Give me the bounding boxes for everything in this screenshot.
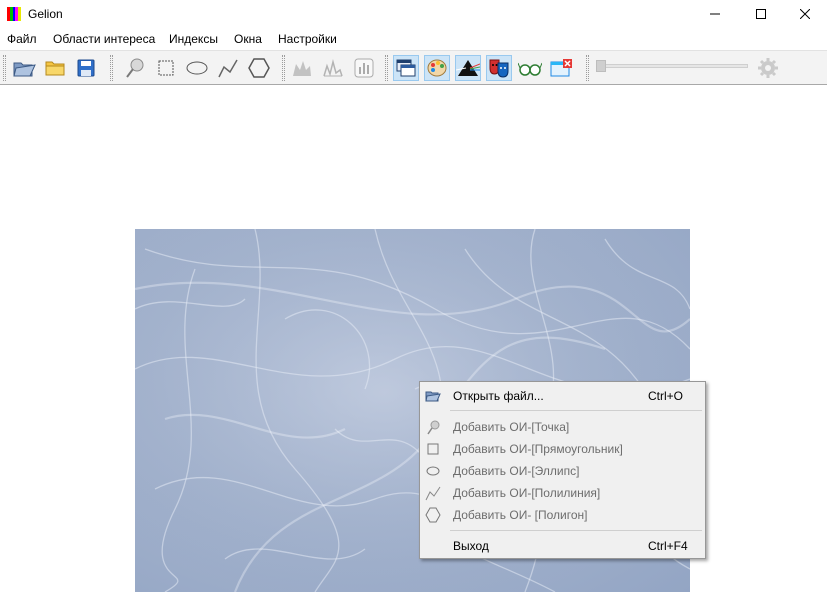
menu-windows[interactable]: Окна: [233, 32, 263, 46]
context-menu-exit[interactable]: Выход Ctrl+F4: [420, 535, 705, 557]
zoom-slider-thumb[interactable]: [596, 60, 606, 72]
context-menu-label: Добавить ОИ-[Эллипс]: [453, 464, 580, 478]
prism-icon: [456, 60, 480, 76]
toolbar-grip[interactable]: [586, 55, 589, 81]
toolbar-grip[interactable]: [110, 55, 113, 81]
context-menu-shortcut: Ctrl+O: [648, 389, 684, 403]
save-icon: [77, 59, 95, 77]
toolbar-masks-button[interactable]: [486, 55, 512, 81]
toolbar-prism-button[interactable]: [455, 55, 481, 81]
zoom-slider-track[interactable]: [596, 64, 748, 68]
toolbar-leaf-chart-button[interactable]: [289, 55, 315, 81]
rectangle-icon: [427, 443, 439, 455]
context-menu: Открыть файл... Ctrl+O Добавить ОИ-[Точк…: [419, 381, 706, 559]
context-menu-add-ellipse[interactable]: Добавить ОИ-[Эллипс]: [420, 460, 705, 482]
toolbar-windows-button[interactable]: [393, 55, 419, 81]
point-pin-icon: [427, 420, 440, 435]
toolbar-open-file-button[interactable]: [11, 55, 37, 81]
context-menu-label: Выход: [453, 539, 489, 553]
toolbar-point-button[interactable]: [122, 55, 148, 81]
close-icon: [800, 9, 810, 19]
context-menu-label: Добавить ОИ-[Полилиния]: [453, 486, 601, 500]
folder-icon: [45, 61, 65, 76]
menu-indices[interactable]: Индексы: [168, 32, 219, 46]
context-menu-label: Добавить ОИ-[Точка]: [453, 420, 570, 434]
polygon-icon: [425, 507, 441, 523]
toolbar-settings-button[interactable]: [755, 55, 781, 81]
polyline-icon: [425, 486, 441, 501]
context-menu-label: Открыть файл...: [453, 389, 544, 403]
polyline-icon: [218, 59, 238, 78]
toolbar-rectangle-button[interactable]: [153, 55, 179, 81]
menu-file[interactable]: Файл: [6, 32, 38, 46]
context-menu-open-file[interactable]: Открыть файл... Ctrl+O: [420, 385, 705, 407]
maximize-button[interactable]: [738, 0, 784, 28]
context-menu-add-point[interactable]: Добавить ОИ-[Точка]: [420, 416, 705, 438]
toolbar-polyline-button[interactable]: [215, 55, 241, 81]
context-menu-shortcut: Ctrl+F4: [648, 539, 688, 553]
palette-icon: [427, 59, 447, 77]
menu-regions-of-interest[interactable]: Области интереса: [52, 32, 156, 46]
toolbar-polygon-button[interactable]: [246, 55, 272, 81]
toolbar-folder-button[interactable]: [42, 55, 68, 81]
context-menu-label: Добавить ОИ- [Полигон]: [453, 508, 588, 522]
minimize-icon: [710, 13, 720, 15]
spectrum-icon: [323, 59, 343, 77]
context-menu-add-polyline[interactable]: Добавить ОИ-[Полилиния]: [420, 482, 705, 504]
title-bar: Gelion: [0, 0, 827, 28]
ellipse-icon: [426, 466, 440, 476]
minimize-button[interactable]: [692, 0, 738, 28]
close-button[interactable]: [782, 0, 827, 28]
context-menu-separator: [450, 410, 702, 411]
maximize-icon: [756, 9, 766, 19]
toolbar-bar-chart-button[interactable]: [351, 55, 377, 81]
toolbar-glasses-button[interactable]: [517, 55, 543, 81]
glasses-icon: [518, 62, 542, 76]
app-icon: [7, 7, 21, 21]
context-menu-add-polygon[interactable]: Добавить ОИ- [Полигон]: [420, 504, 705, 526]
windows-icon: [396, 59, 416, 77]
context-menu-add-rectangle[interactable]: Добавить ОИ-[Прямоугольник]: [420, 438, 705, 460]
toolbar-palette-button[interactable]: [424, 55, 450, 81]
polygon-icon: [248, 58, 270, 78]
open-folder-icon: [425, 391, 441, 402]
toolbar-ellipse-button[interactable]: [184, 55, 210, 81]
toolbar-grip[interactable]: [282, 55, 285, 81]
context-menu-label: Добавить ОИ-[Прямоугольник]: [453, 442, 623, 456]
menu-bar: Файл Области интереса Индексы Окна Настр…: [0, 30, 827, 50]
context-menu-separator: [450, 530, 702, 531]
toolbar-save-button[interactable]: [73, 55, 99, 81]
settings-gear-icon: [758, 58, 778, 78]
open-folder-icon: [13, 62, 36, 77]
ellipse-select-icon: [186, 61, 208, 75]
point-pin-icon: [126, 58, 144, 78]
bar-chart-icon: [354, 58, 374, 78]
theater-masks-icon: [489, 59, 509, 78]
rectangle-select-icon: [158, 60, 174, 76]
toolbar-spectrum-button[interactable]: [320, 55, 346, 81]
window-title: Gelion: [28, 7, 63, 21]
toolbar-grip[interactable]: [3, 55, 6, 81]
toolbar-close-window-button[interactable]: [548, 55, 574, 81]
leaf-chart-icon: [293, 61, 311, 76]
menu-settings[interactable]: Настройки: [277, 32, 338, 46]
toolbar-grip[interactable]: [385, 55, 388, 81]
close-window-icon: [550, 59, 572, 77]
